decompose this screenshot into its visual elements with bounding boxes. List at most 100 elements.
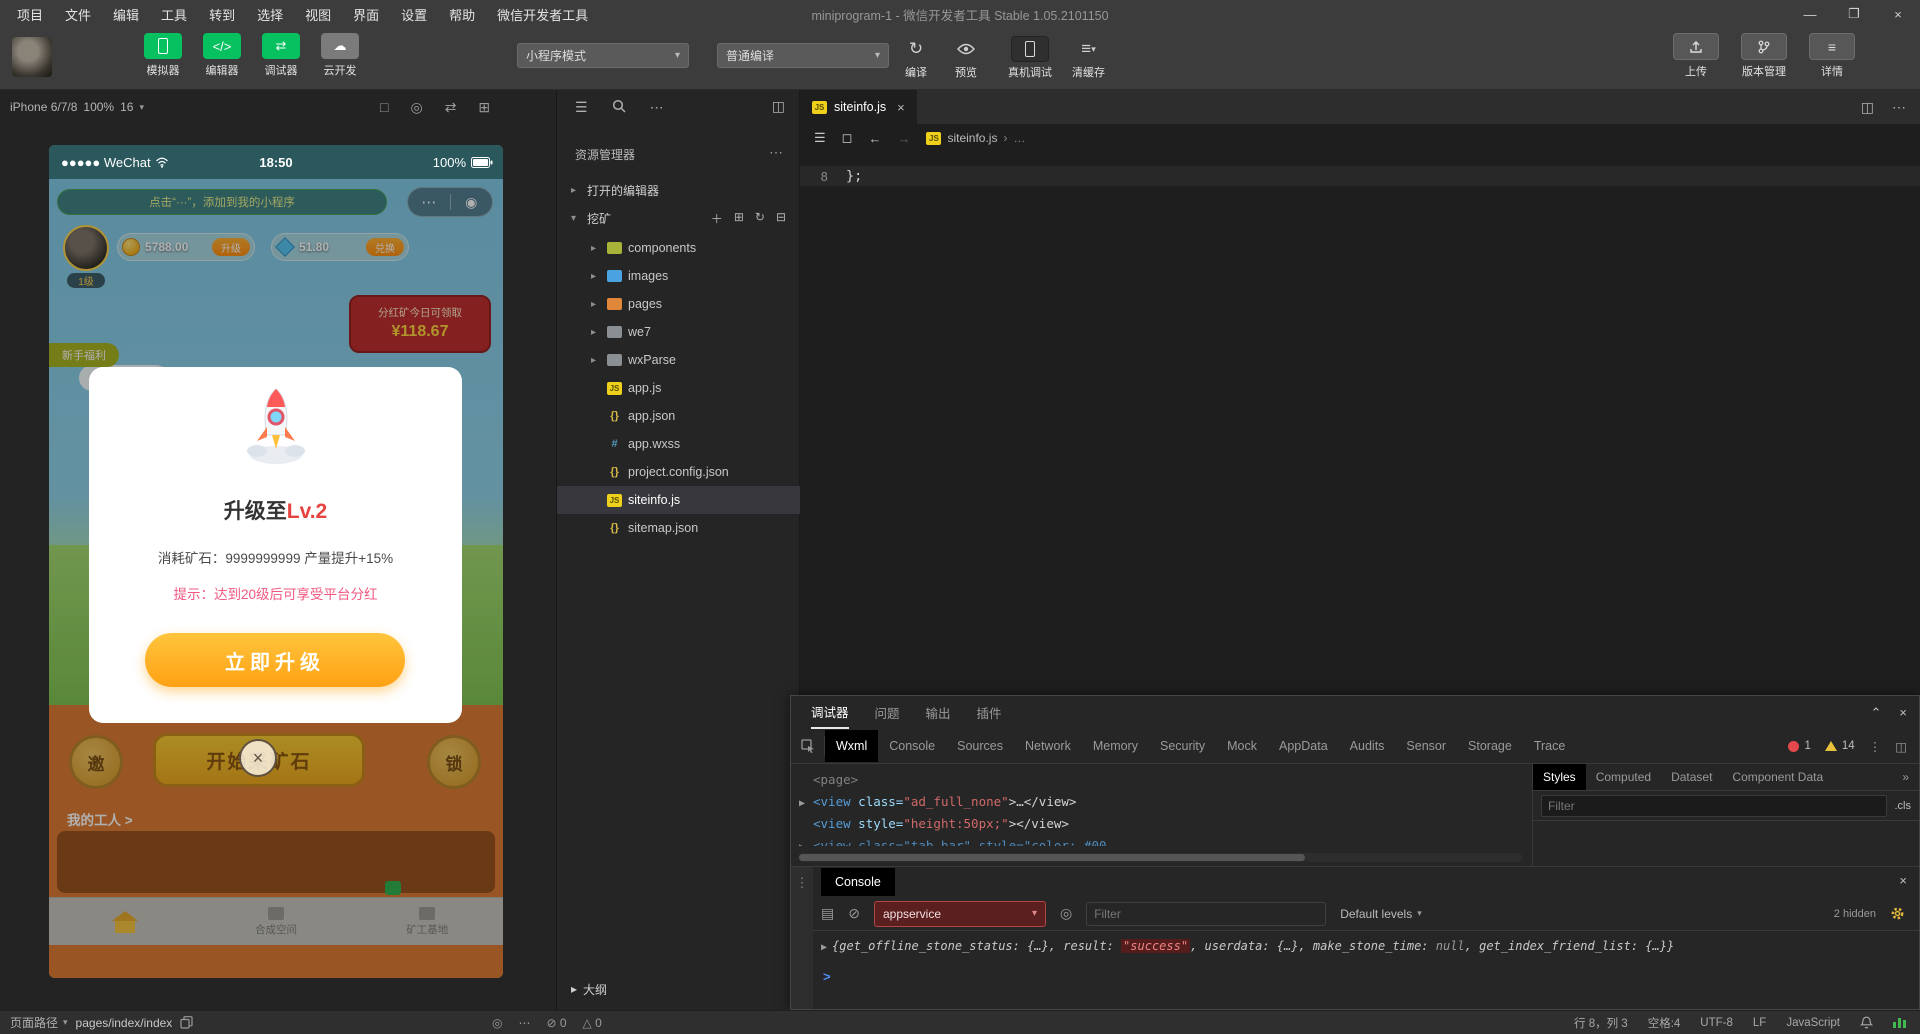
console-settings-gear-icon[interactable] [1890, 906, 1905, 921]
tree-item-app-js[interactable]: JS app.js [557, 374, 800, 402]
close-tab-icon[interactable]: × [897, 100, 905, 115]
close-icon[interactable]: × [1899, 873, 1907, 888]
menu-file[interactable]: 文件 [56, 1, 100, 28]
outline-section[interactable]: ▸ 大纲 [557, 976, 800, 1002]
styles-filter-input[interactable] [1541, 794, 1887, 817]
log-levels-dropdown[interactable]: Default levels ▾ [1340, 907, 1422, 921]
minimize-button[interactable]: — [1788, 0, 1832, 28]
console-log-entry[interactable]: ▶ {get_offline_stone_status: {…}, result:… [813, 939, 1919, 953]
devtools-tab-wxml[interactable]: Wxml [825, 730, 879, 762]
menu-interface[interactable]: 界面 [344, 1, 388, 28]
cloud-dev-button[interactable]: ☁ 云开发 [315, 33, 365, 78]
remote-debug-button[interactable]: 真机调试 [1008, 36, 1052, 80]
clear-console-icon[interactable]: ⊘ [848, 905, 860, 922]
device-selector[interactable]: iPhone 6/7/8 100% 16 ▾ [0, 100, 144, 114]
preview-button[interactable]: 预览 [955, 36, 977, 80]
split-editor-icon[interactable]: ◫ [772, 98, 785, 115]
clear-cache-button[interactable]: ≡ ▾ 清缓存 [1072, 36, 1105, 80]
dock-side-icon[interactable]: ◫ [1895, 739, 1907, 754]
refresh-icon[interactable]: ↻ [755, 210, 765, 227]
kebab-menu-icon[interactable]: ⋮ [1869, 739, 1882, 754]
devtools-tab-trace[interactable]: Trace [1523, 730, 1577, 762]
devtools-tab-mock[interactable]: Mock [1216, 730, 1268, 762]
compile-mode-dropdown[interactable]: 普通编译 ▾ [717, 43, 889, 68]
tree-item-project-config[interactable]: {} project.config.json [557, 458, 800, 486]
mode-dropdown[interactable]: 小程序模式 ▾ [517, 43, 689, 68]
encoding[interactable]: UTF-8 [1700, 1017, 1733, 1029]
page-path-dropdown[interactable]: 页面路径 ▾ [10, 1014, 68, 1031]
devtools-tab-storage[interactable]: Storage [1457, 730, 1523, 762]
console-sidebar-icon[interactable]: ▤ [821, 905, 834, 922]
simulator-toggle-button[interactable]: 模拟器 [138, 33, 188, 78]
tab-problems[interactable]: 问题 [875, 696, 900, 729]
expand-arrow-icon[interactable]: ▶ [799, 838, 813, 846]
new-file-icon[interactable]: ＋ [711, 210, 723, 227]
cls-toggle[interactable]: .cls [1895, 800, 1912, 812]
warning-badge-icon[interactable] [1824, 741, 1837, 751]
collapse-all-icon[interactable]: ⊟ [776, 210, 786, 227]
menu-project[interactable]: 项目 [8, 1, 52, 28]
tree-item-app-wxss[interactable]: # app.wxss [557, 430, 800, 458]
devtools-tab-network[interactable]: Network [1014, 730, 1082, 762]
bookmark-icon[interactable]: ◻ [842, 130, 853, 146]
expand-arrow-icon[interactable]: ▶ [821, 942, 827, 953]
user-avatar[interactable] [12, 37, 52, 77]
copy-icon[interactable] [180, 1016, 193, 1029]
devtools-tab-security[interactable]: Security [1149, 730, 1216, 762]
editor-toggle-button[interactable]: </> 编辑器 [197, 33, 247, 78]
tree-item-components[interactable]: ▸ components [557, 234, 800, 262]
tab-dataset[interactable]: Dataset [1661, 764, 1722, 790]
project-root-section[interactable]: ▾ 挖矿 ＋ ⊞ ↻ ⊟ [557, 206, 800, 230]
forward-arrow-icon[interactable]: → [897, 131, 910, 146]
overflow-tabs-icon[interactable]: » [1902, 770, 1919, 784]
eol-setting[interactable]: LF [1753, 1017, 1766, 1029]
horizontal-scrollbar[interactable] [799, 853, 1522, 862]
close-button[interactable]: × [1876, 0, 1920, 28]
menu-edit[interactable]: 编辑 [104, 1, 148, 28]
tab-siteinfo-js[interactable]: JS siteinfo.js × [800, 90, 917, 124]
tree-item-pages[interactable]: ▸ pages [557, 290, 800, 318]
new-folder-icon[interactable]: ⊞ [734, 210, 744, 227]
console-filter-input[interactable] [1086, 901, 1327, 926]
outline-lines-icon[interactable]: ☰ [814, 130, 826, 146]
record-icon[interactable]: ◎ [410, 99, 422, 116]
breadcrumb[interactable]: JS siteinfo.js › … [926, 131, 1025, 145]
debugger-toggle-button[interactable]: ⇄ 调试器 [256, 33, 306, 78]
devtools-tab-sensor[interactable]: Sensor [1395, 730, 1457, 762]
tree-item-images[interactable]: ▸ images [557, 262, 800, 290]
menu-tools[interactable]: 工具 [152, 1, 196, 28]
split-editor-icon[interactable]: ◫ [1861, 99, 1874, 116]
error-badge-icon[interactable] [1788, 740, 1800, 752]
language-mode[interactable]: JavaScript [1786, 1017, 1840, 1029]
modal-close-button[interactable]: × [239, 739, 277, 777]
explorer-more-icon[interactable]: ⋯ [769, 144, 783, 161]
tree-item-sitemap-json[interactable]: {} sitemap.json [557, 514, 800, 542]
more-icon[interactable]: ⋯ [650, 99, 664, 116]
menu-view[interactable]: 视图 [296, 1, 340, 28]
inspect-element-icon[interactable] [791, 736, 825, 756]
device-frame-icon[interactable]: □ [380, 99, 388, 116]
back-arrow-icon[interactable]: ← [868, 131, 881, 146]
code-area[interactable]: 8 }; [800, 152, 1920, 695]
compile-button[interactable]: ↻ 编译 [905, 36, 927, 80]
devtools-tab-memory[interactable]: Memory [1082, 730, 1149, 762]
eye-icon[interactable]: ◎ [492, 1016, 502, 1030]
collapse-icon[interactable]: ⌃ [1871, 705, 1882, 721]
execution-context-dropdown[interactable]: appservice ▾ [873, 900, 1046, 927]
menu-devtools[interactable]: 微信开发者工具 [488, 1, 597, 28]
bell-icon[interactable] [1860, 1016, 1873, 1030]
tab-styles[interactable]: Styles [1533, 764, 1586, 790]
version-control-button[interactable]: 版本管理 [1736, 33, 1792, 79]
console-drag-handle[interactable]: ⋮ [791, 867, 813, 1009]
error-counter[interactable]: ⊘ 0 [546, 1016, 566, 1030]
indent-setting[interactable]: 空格:4 [1648, 1015, 1681, 1031]
tab-debugger[interactable]: 调试器 [811, 696, 849, 729]
open-editors-section[interactable]: ▸ 打开的编辑器 [557, 178, 800, 202]
wxml-tree[interactable]: <page> ▶ <view class="ad_full_none">…</vi… [791, 764, 1533, 866]
tree-item-we7[interactable]: ▸ we7 [557, 318, 800, 346]
console-prompt[interactable]: > [813, 969, 831, 984]
menu-lines-icon[interactable]: ☰ [575, 99, 588, 116]
menu-settings[interactable]: 设置 [392, 1, 436, 28]
search-icon[interactable] [612, 99, 626, 116]
menu-goto[interactable]: 转到 [200, 1, 244, 28]
